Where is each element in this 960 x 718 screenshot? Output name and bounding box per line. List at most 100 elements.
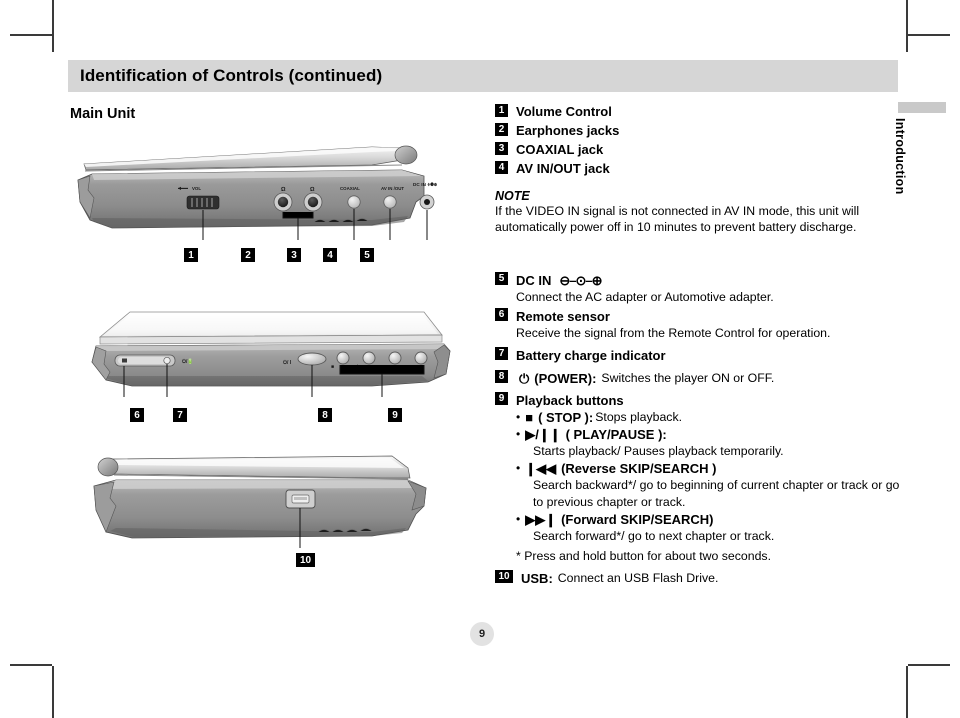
callout-10: 10	[296, 553, 315, 567]
item-badge-7: 7	[495, 347, 508, 360]
callout-6: 6	[130, 408, 144, 422]
illustration-right-view	[72, 448, 472, 548]
item-label-volume-control: Volume Control	[516, 104, 612, 119]
callout-3: 3	[287, 248, 301, 262]
crop-mark-top-right-h	[908, 34, 950, 36]
item-badge-9: 9	[495, 392, 508, 405]
svg-text:■: ■	[331, 364, 334, 370]
document-page: Identification of Controls (continued) M…	[0, 0, 960, 718]
callout-2: 2	[241, 248, 255, 262]
list-item-remote-sensor: 6 Remote sensor	[495, 308, 900, 325]
callout-1: 1	[184, 248, 198, 262]
item-badge-5: 5	[495, 272, 508, 285]
item-label-dc-in: DC IN	[516, 273, 552, 288]
item-badge-3: 3	[495, 142, 508, 155]
dc-in-polarity-icon: ⊖–⊙–⊕	[559, 273, 602, 288]
forward-skip-glyph-icon: ▶▶❙	[525, 512, 557, 527]
item-desc-remote-sensor: Receive the signal from the Remote Contr…	[516, 326, 831, 340]
item-badge-4: 4	[495, 161, 508, 174]
right-view-drawing	[93, 455, 427, 548]
svg-text:COAXIAL: COAXIAL	[340, 186, 360, 191]
item-badge-1: 1	[495, 104, 508, 117]
power-icon: ⏻	[519, 371, 530, 386]
stop-glyph-icon: ■	[525, 410, 534, 425]
crop-mark-bottom-left-v	[52, 666, 54, 718]
item-label-power: (POWER):	[534, 371, 597, 386]
bullet-icon-play-pause: •	[516, 427, 521, 441]
item-badge-10: 10	[495, 570, 513, 583]
playback-button-reverse-skip: • ❙◀◀ (Reverse SKIP/SEARCH )	[516, 460, 900, 477]
svg-text:AV IN /OUT: AV IN /OUT	[381, 186, 404, 191]
list-item-coaxial-jack: 3 COAXIAL jack	[495, 142, 895, 158]
item-label-playback-buttons: Playback buttons	[516, 393, 624, 408]
crop-mark-bottom-right-v	[906, 666, 908, 718]
illustration-front-view: ⏻/🔋 ⏻/ I ■ ▶/II I◀◀ ▶▶I	[72, 302, 472, 397]
svg-text:Ω: Ω	[310, 187, 315, 193]
bullet-icon-forward-skip: •	[516, 512, 521, 526]
list-item-power: 8 ⏻ (POWER): Switches the player ON or O…	[495, 370, 900, 387]
play-pause-desc: Starts playback/ Pauses playback tempora…	[533, 444, 784, 458]
callout-7: 7	[173, 408, 187, 422]
illustration-side-view: VOL Ω Ω COAXIAL AV IN /OUT DC IN ⌽⚈⊕	[72, 140, 472, 240]
crop-mark-top-right-v	[906, 0, 908, 52]
reverse-skip-glyph-icon: ❙◀◀	[525, 461, 557, 476]
crop-mark-top-left-v	[52, 0, 54, 52]
side-view-drawing: VOL Ω Ω COAXIAL AV IN /OUT DC IN	[77, 145, 435, 240]
callout-5: 5	[360, 248, 374, 262]
svg-text:Ω: Ω	[281, 187, 286, 193]
note-block: NOTE If the VIDEO IN signal is not conne…	[495, 189, 895, 235]
list-item-dc-in: 5 DC IN ⊖–⊙–⊕	[495, 272, 900, 289]
playback-button-play-pause: • ▶/❙❙ ( PLAY/PAUSE ):	[516, 426, 900, 443]
bullet-icon-stop: •	[516, 410, 521, 424]
item-label-av-in-out-jack: AV IN/OUT jack	[516, 161, 610, 176]
side-tab: Introduction	[893, 118, 907, 218]
reverse-skip-label: (Reverse SKIP/SEARCH )	[561, 461, 717, 476]
item-desc-usb: Connect an USB Flash Drive.	[557, 571, 719, 585]
callout-8: 8	[318, 408, 332, 422]
side-tab-label: Introduction	[893, 118, 907, 195]
playback-button-stop: • ■ ( STOP ): Stops playback.	[516, 409, 900, 426]
list-item-playback-buttons: 9 Playback buttons	[495, 392, 900, 409]
stop-desc: Stops playback.	[595, 410, 683, 424]
forward-skip-label: (Forward SKIP/SEARCH)	[561, 512, 714, 527]
dc-in-port-label: DC IN ⌽⚈⊕	[413, 182, 438, 187]
item-badge-6: 6	[495, 308, 508, 321]
crop-mark-top-left-h	[10, 34, 52, 36]
svg-text:⏻/ I: ⏻/ I	[283, 360, 292, 366]
item-label-coaxial-jack: COAXIAL jack	[516, 142, 604, 157]
list-item-av-in-out-jack: 4 AV IN/OUT jack	[495, 161, 895, 177]
crop-mark-bottom-left-h	[10, 664, 52, 666]
item-badge-8: 8	[495, 370, 508, 383]
play-pause-glyph-icon: ▶/❙❙	[525, 427, 561, 442]
list-item-earphones-jacks: 2 Earphones jacks	[495, 123, 895, 139]
bullet-icon-reverse-skip: •	[516, 461, 521, 475]
note-title: NOTE	[495, 189, 530, 203]
play-pause-label: ( PLAY/PAUSE ):	[565, 427, 667, 442]
front-view-drawing: ⏻/🔋 ⏻/ I ■ ▶/II I◀◀ ▶▶I	[91, 311, 451, 397]
crop-mark-bottom-right-h	[908, 664, 950, 666]
page-title: Identification of Controls (continued)	[80, 66, 383, 85]
side-tab-bar	[898, 102, 946, 113]
playback-footnote: * Press and hold button for about two se…	[516, 549, 771, 563]
item-desc-dc-in: Connect the AC adapter or Automotive ada…	[516, 290, 774, 304]
forward-skip-desc: Search forward*/ go to next chapter or t…	[533, 529, 775, 543]
controls-list-top: 1 Volume Control 2 Earphones jacks 3 COA…	[495, 104, 895, 235]
item-label-earphones-jacks: Earphones jacks	[516, 123, 620, 138]
item-label-remote-sensor: Remote sensor	[516, 309, 610, 324]
callout-4: 4	[323, 248, 337, 262]
reverse-skip-desc: Search backward*/ go to beginning of cur…	[533, 478, 900, 509]
svg-text:⏻/🔋: ⏻/🔋	[182, 358, 194, 365]
list-item-usb: 10 USB: Connect an USB Flash Drive.	[495, 570, 900, 587]
stop-label: ( STOP ):	[538, 410, 594, 425]
item-badge-2: 2	[495, 123, 508, 136]
item-label-battery-charge-indicator: Battery charge indicator	[516, 348, 666, 363]
svg-text:VOL: VOL	[192, 186, 201, 191]
item-desc-power: Switches the player ON or OFF.	[601, 371, 775, 385]
page-number: 9	[470, 622, 494, 646]
item-label-usb: USB:	[521, 571, 553, 586]
playback-button-forward-skip: • ▶▶❙ (Forward SKIP/SEARCH)	[516, 511, 900, 528]
callout-9: 9	[388, 408, 402, 422]
note-body: If the VIDEO IN signal is not connected …	[495, 204, 860, 234]
subsection-title: Main Unit	[70, 106, 136, 122]
controls-list-bottom: 5 DC IN ⊖–⊙–⊕ Connect the AC adapter or …	[495, 272, 900, 587]
